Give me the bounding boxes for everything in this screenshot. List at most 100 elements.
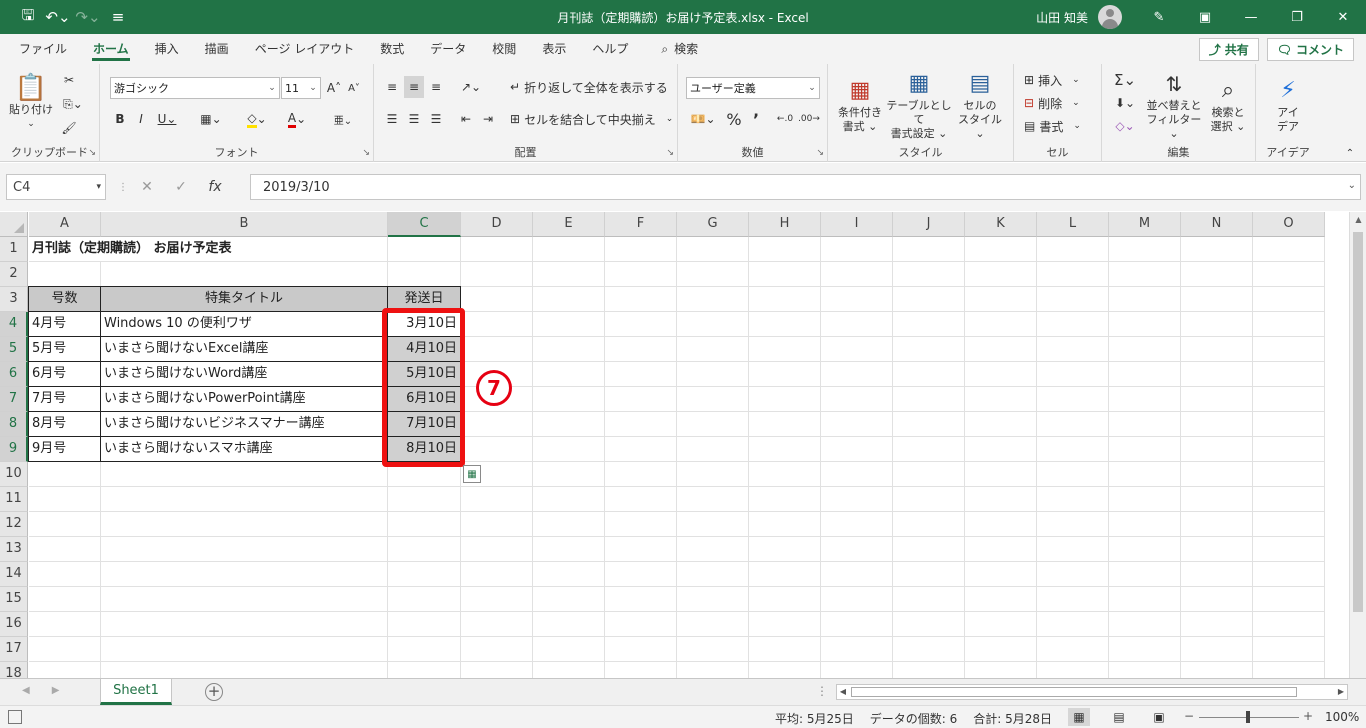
cell-m5[interactable] bbox=[1109, 337, 1181, 362]
next-sheet-icon[interactable]: ▶ bbox=[52, 685, 60, 696]
cell-d8[interactable] bbox=[461, 412, 533, 437]
cell-g10[interactable] bbox=[677, 462, 749, 487]
cell-a11[interactable] bbox=[29, 487, 101, 512]
cell-o4[interactable] bbox=[1253, 312, 1325, 337]
cell-e17[interactable] bbox=[533, 637, 605, 662]
column-header-a[interactable]: A bbox=[29, 212, 101, 237]
column-header-l[interactable]: L bbox=[1037, 212, 1109, 237]
normal-view-icon[interactable]: ▦ bbox=[1068, 708, 1090, 726]
cell-j12[interactable] bbox=[893, 512, 965, 537]
cell-n7[interactable] bbox=[1181, 387, 1253, 412]
cell-l1[interactable] bbox=[1037, 237, 1109, 262]
cell-k5[interactable] bbox=[965, 337, 1037, 362]
cell-m15[interactable] bbox=[1109, 587, 1181, 612]
cell-d9[interactable] bbox=[461, 437, 533, 462]
comments-button[interactable]: 🗨 コメント bbox=[1266, 38, 1354, 61]
cell-m11[interactable] bbox=[1109, 487, 1181, 512]
horizontal-scroll-thumb[interactable] bbox=[851, 687, 1297, 697]
decrease-decimal-icon[interactable]: .00→ bbox=[798, 108, 820, 130]
cell-b14[interactable] bbox=[101, 562, 388, 587]
row-header-11[interactable]: 11 bbox=[0, 487, 28, 512]
cell-g4[interactable] bbox=[677, 312, 749, 337]
dialog-launcher-icon[interactable]: ↘ bbox=[362, 148, 370, 158]
font-size-combo[interactable]: 11 ⌄ bbox=[281, 77, 321, 99]
cell-g17[interactable] bbox=[677, 637, 749, 662]
cell-l14[interactable] bbox=[1037, 562, 1109, 587]
cell-c2[interactable] bbox=[388, 262, 461, 287]
clear-icon[interactable]: ◇⌄ bbox=[1110, 116, 1140, 136]
cell-g14[interactable] bbox=[677, 562, 749, 587]
row-header-2[interactable]: 2 bbox=[0, 262, 28, 287]
cell-g18[interactable] bbox=[677, 662, 749, 678]
cell-e13[interactable] bbox=[533, 537, 605, 562]
cell-m10[interactable] bbox=[1109, 462, 1181, 487]
cell-o9[interactable] bbox=[1253, 437, 1325, 462]
cell-i7[interactable] bbox=[821, 387, 893, 412]
cell-b11[interactable] bbox=[101, 487, 388, 512]
cell-o11[interactable] bbox=[1253, 487, 1325, 512]
zoom-out-icon[interactable]: − bbox=[1184, 709, 1194, 723]
cell-i2[interactable] bbox=[821, 262, 893, 287]
cell-e5[interactable] bbox=[533, 337, 605, 362]
column-header-k[interactable]: K bbox=[965, 212, 1037, 237]
cell-e18[interactable] bbox=[533, 662, 605, 678]
cell-h15[interactable] bbox=[749, 587, 821, 612]
status-sum[interactable]: 合計: 5月28日 bbox=[973, 710, 1052, 727]
cell-e2[interactable] bbox=[533, 262, 605, 287]
cell-h8[interactable] bbox=[749, 412, 821, 437]
cell-a10[interactable] bbox=[29, 462, 101, 487]
sort-filter-button[interactable]: ⇅ 並べ替えと フィルター ⌄ bbox=[1146, 70, 1202, 140]
cell-f18[interactable] bbox=[605, 662, 677, 678]
cell-b2[interactable] bbox=[101, 262, 388, 287]
cell-i17[interactable] bbox=[821, 637, 893, 662]
cell-e14[interactable] bbox=[533, 562, 605, 587]
cell-e3[interactable] bbox=[533, 287, 605, 312]
cell-j2[interactable] bbox=[893, 262, 965, 287]
tab-page-layout[interactable]: ページ レイアウト bbox=[242, 34, 368, 64]
cell-i6[interactable] bbox=[821, 362, 893, 387]
cell-g11[interactable] bbox=[677, 487, 749, 512]
row-header-13[interactable]: 13 bbox=[0, 537, 28, 562]
cell-l4[interactable] bbox=[1037, 312, 1109, 337]
tell-me-search[interactable]: ⌕ 検索 bbox=[641, 34, 711, 64]
cell-b12[interactable] bbox=[101, 512, 388, 537]
avatar[interactable] bbox=[1098, 5, 1122, 29]
cell-e15[interactable] bbox=[533, 587, 605, 612]
cell-k9[interactable] bbox=[965, 437, 1037, 462]
phonetic-icon[interactable]: 亜⌄ bbox=[328, 108, 358, 130]
cell-g8[interactable] bbox=[677, 412, 749, 437]
cell-o10[interactable] bbox=[1253, 462, 1325, 487]
cell-o14[interactable] bbox=[1253, 562, 1325, 587]
cell-n14[interactable] bbox=[1181, 562, 1253, 587]
cell-c12[interactable] bbox=[388, 512, 461, 537]
cell-j15[interactable] bbox=[893, 587, 965, 612]
dialog-launcher-icon[interactable]: ↘ bbox=[666, 148, 674, 158]
cell-o12[interactable] bbox=[1253, 512, 1325, 537]
cell-e6[interactable] bbox=[533, 362, 605, 387]
cell-m12[interactable] bbox=[1109, 512, 1181, 537]
add-sheet-icon[interactable]: + bbox=[205, 683, 223, 701]
cell-k17[interactable] bbox=[965, 637, 1037, 662]
enter-icon[interactable]: ✓ bbox=[164, 179, 198, 195]
cell-a8[interactable]: 8月号 bbox=[29, 412, 101, 437]
row-header-6[interactable]: 6 bbox=[0, 362, 28, 387]
cell-o3[interactable] bbox=[1253, 287, 1325, 312]
cell-c11[interactable] bbox=[388, 487, 461, 512]
cell-a1[interactable]: 月刊誌（定期購読） お届け予定表 bbox=[29, 237, 232, 262]
scroll-left-icon[interactable]: ◀ bbox=[837, 685, 849, 699]
cell-j4[interactable] bbox=[893, 312, 965, 337]
cell-m13[interactable] bbox=[1109, 537, 1181, 562]
cell-c13[interactable] bbox=[388, 537, 461, 562]
cell-j8[interactable] bbox=[893, 412, 965, 437]
cell-c17[interactable] bbox=[388, 637, 461, 662]
align-center-icon[interactable]: ☰ bbox=[404, 108, 424, 130]
cell-f13[interactable] bbox=[605, 537, 677, 562]
cell-k12[interactable] bbox=[965, 512, 1037, 537]
paste-button[interactable]: 📋 貼り付け ⌄ bbox=[6, 70, 56, 134]
cell-m16[interactable] bbox=[1109, 612, 1181, 637]
cell-n5[interactable] bbox=[1181, 337, 1253, 362]
cell-n8[interactable] bbox=[1181, 412, 1253, 437]
cell-h5[interactable] bbox=[749, 337, 821, 362]
macro-recording-icon[interactable] bbox=[8, 710, 22, 724]
status-count[interactable]: データの個数: 6 bbox=[870, 710, 958, 727]
